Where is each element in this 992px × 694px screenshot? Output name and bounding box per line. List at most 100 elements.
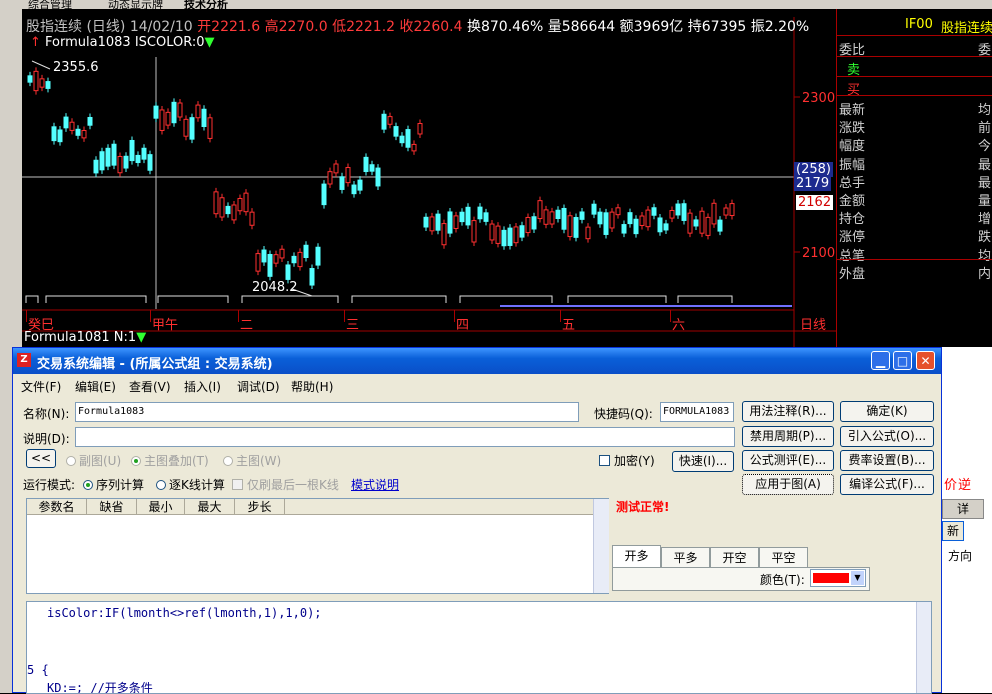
dialog-titlebar[interactable]: Z 交易系统编辑 - (所属公式组 : 交易系统) ▁ □ ✕ — [13, 348, 941, 374]
color-select[interactable]: ▼ — [810, 569, 866, 587]
run-mode-label: 运行模式: — [23, 478, 76, 492]
candle-body — [417, 123, 423, 135]
candle-body — [483, 212, 489, 222]
signal-tab-panel: 开多 平多 开空 平空 颜色(T): ▼ — [612, 545, 870, 591]
quick-button[interactable]: 快速(I)... — [672, 451, 734, 472]
quote-panel: IF00 股指连续 委比 委 卖 买 最新均涨跌前幅度今振幅最总手最金额量持仓增… — [836, 9, 992, 347]
description-input[interactable] — [75, 427, 735, 447]
candle-body — [201, 108, 207, 128]
candle-body — [171, 101, 177, 124]
quote-field-label-right: 最 — [978, 175, 992, 191]
candle-body — [345, 167, 351, 184]
tab-open-short[interactable]: 开空 — [710, 547, 759, 567]
menu-file[interactable]: 文件(F) — [21, 378, 61, 395]
turnover-value: 870.46% — [480, 19, 544, 35]
candle-body — [57, 129, 63, 143]
new-order-button[interactable]: 新 — [942, 521, 964, 541]
col-min[interactable]: 最小 — [137, 499, 185, 515]
tab-general[interactable]: 综合管理 — [28, 0, 72, 9]
quote-field-label-right: 内 — [978, 266, 992, 282]
quote-field-label-right: 均 — [978, 103, 992, 118]
tab-close-short[interactable]: 平空 — [759, 547, 808, 567]
menu-debug[interactable]: 调试(D) — [237, 378, 280, 395]
shortcut-input[interactable]: FORMULA1083 — [660, 402, 734, 422]
import-formula-button[interactable]: 引入公式(O)... — [840, 426, 934, 447]
kline-chart[interactable] — [22, 9, 836, 347]
candle-body — [675, 203, 681, 216]
tab-open-long[interactable]: 开多 — [612, 545, 661, 567]
candle-body — [633, 218, 639, 235]
col-max[interactable]: 最大 — [185, 499, 235, 515]
tab-technical-analysis[interactable]: 技术分析 — [184, 0, 228, 9]
quote-field-label: 金额 — [839, 194, 866, 209]
run-series-radio[interactable]: 序列计算 — [83, 476, 144, 493]
dialog-menubar: 文件(F) 编辑(E) 查看(V) 插入(I) 调试(D) 帮助(H) — [13, 374, 941, 396]
mode-help-link[interactable]: 模式说明 — [351, 476, 399, 493]
forbid-period-button[interactable]: 禁用周期(P)... — [742, 426, 834, 447]
candle-body — [435, 213, 441, 231]
fee-settings-button[interactable]: 费率设置(B)... — [840, 450, 934, 471]
bottom-formula-name[interactable]: Formula1081 — [24, 330, 110, 345]
detail-button[interactable]: 详 — [942, 499, 984, 519]
menu-insert[interactable]: 插入(I) — [184, 378, 221, 395]
candle-body — [561, 207, 567, 230]
candle-body — [501, 229, 507, 247]
app-icon: Z — [17, 353, 31, 367]
candle-body — [195, 104, 201, 119]
candle-body — [531, 216, 537, 230]
menu-view[interactable]: 查看(V) — [129, 378, 171, 395]
chevron-down-icon[interactable]: ▼ — [851, 571, 864, 585]
menu-help[interactable]: 帮助(H) — [291, 378, 333, 395]
candle-body — [27, 75, 33, 83]
contract-code: IF00 — [905, 17, 933, 32]
minimize-icon[interactable]: ▁ — [871, 351, 890, 370]
run-each-bar-radio[interactable]: 逐K线计算 — [156, 476, 225, 493]
code-line-5: 5 { — [27, 663, 49, 677]
collapse-button[interactable]: << — [26, 449, 56, 468]
vertical-scrollbar[interactable] — [593, 499, 609, 593]
candle-body — [165, 111, 171, 126]
candle-body — [429, 216, 435, 232]
candle-body — [477, 206, 483, 220]
candle-body — [213, 191, 219, 215]
encrypt-checkbox[interactable]: 加密(Y) — [599, 452, 655, 469]
col-default[interactable]: 缺省 — [87, 499, 137, 515]
menu-edit[interactable]: 编辑(E) — [75, 378, 116, 395]
apply-to-chart-button[interactable]: 应用于图(A) — [742, 474, 834, 495]
high-value: 2270.0 — [278, 19, 328, 35]
col-param-name[interactable]: 参数名 — [27, 499, 87, 515]
quote-field-label: 涨跌 — [839, 121, 866, 137]
candle-body — [507, 227, 513, 246]
confirm-button[interactable]: 确定(K) — [840, 401, 934, 422]
time-axis-label: 六 — [672, 318, 686, 333]
name-input[interactable]: Formula1083 — [75, 402, 579, 422]
col-step[interactable]: 步长 — [235, 499, 285, 515]
candle-body — [693, 219, 699, 227]
option-subchart: 副图(U) — [66, 452, 121, 469]
candle-body — [471, 220, 477, 243]
parameter-table[interactable]: 参数名 缺省 最小 最大 步长 — [26, 498, 609, 594]
dropdown-arrow-icon[interactable]: ▼ — [205, 35, 215, 50]
compile-formula-button[interactable]: 编译公式(F)... — [840, 474, 934, 495]
position-value: 67395 — [701, 19, 747, 35]
candle-body — [465, 206, 471, 226]
candle-body — [639, 215, 645, 226]
quote-field-label-right: 今 — [978, 139, 992, 155]
close-icon[interactable]: ✕ — [916, 351, 935, 370]
tab-dynamic-board[interactable]: 动态显示牌 — [108, 0, 163, 9]
wave-bracket — [351, 295, 447, 303]
maximize-icon[interactable]: □ — [893, 351, 912, 370]
candle-body — [183, 118, 189, 137]
code-scrollbar[interactable] — [916, 602, 931, 693]
formula-name[interactable]: Formula1083 — [45, 35, 131, 50]
candle-body — [579, 211, 585, 220]
quote-field-label: 涨停 — [839, 230, 866, 246]
dropdown-arrow-icon[interactable]: ▼ — [136, 330, 146, 345]
tab-close-long[interactable]: 平多 — [661, 547, 710, 567]
formula-code-editor[interactable]: isColor:IF(lmonth<>ref(lmonth,1),1,0); 5… — [26, 601, 932, 694]
quote-field-label: 总笔 — [839, 248, 866, 264]
usage-notes-button[interactable]: 用法注释(R)... — [742, 401, 834, 422]
wave-bracket — [677, 295, 733, 303]
formula-test-button[interactable]: 公式测评(E)... — [742, 450, 834, 471]
candle-body — [729, 203, 735, 217]
